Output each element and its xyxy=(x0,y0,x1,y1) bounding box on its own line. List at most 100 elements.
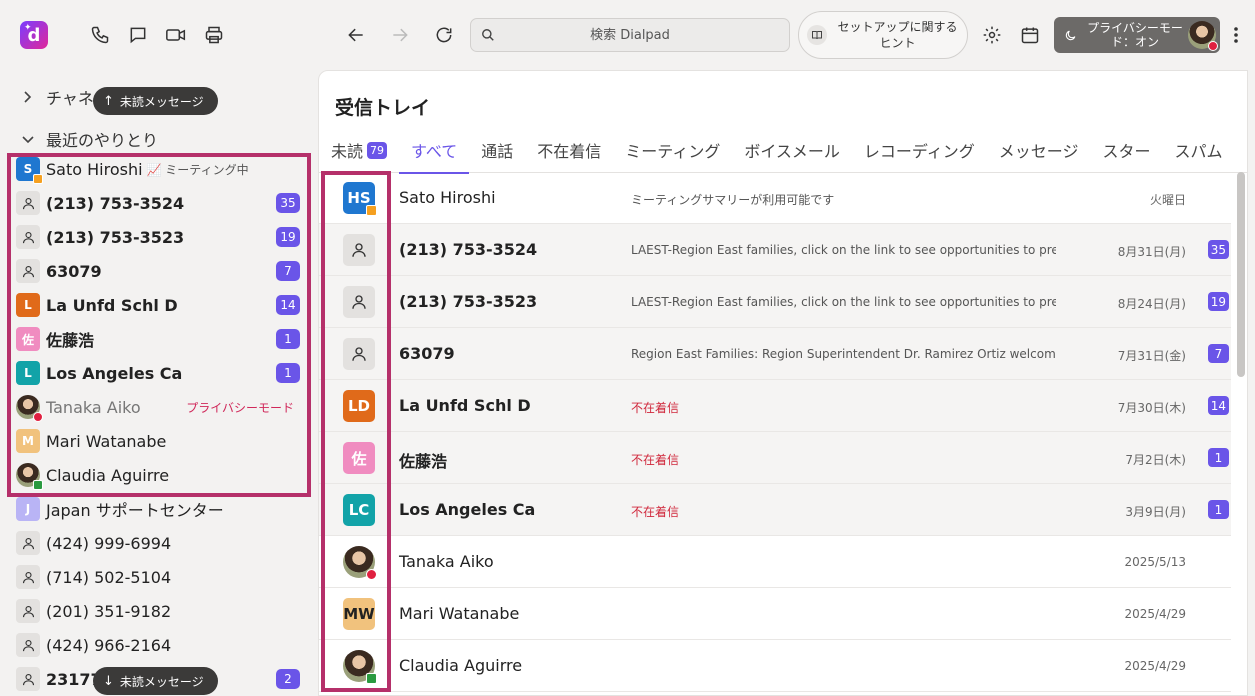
chat-icon[interactable] xyxy=(125,22,151,48)
sidebar-item[interactable]: 63079 7 xyxy=(16,254,302,288)
avatar-initials: MW xyxy=(343,605,375,623)
unread-count-badge: 79 xyxy=(367,141,388,159)
unread-count-badge: 1 xyxy=(1208,448,1229,467)
tab-label: すべて xyxy=(411,142,458,161)
sidebar-item-name: La Unfd Schl D xyxy=(46,295,178,315)
contact-name: Sato Hiroshi xyxy=(399,188,496,207)
inbox-row[interactable]: LC Los Angeles Ca 不在着信 3月9日(月) 1 xyxy=(319,484,1231,536)
contact-initial-avatar: LD xyxy=(343,390,375,422)
avatar-initial: M xyxy=(22,434,34,448)
user-avatar[interactable] xyxy=(1188,21,1218,51)
tab-2[interactable]: 通話 xyxy=(469,127,525,173)
person-icon xyxy=(16,191,40,215)
inbox-row[interactable]: (213) 753-3523 LAEST-Region East families… xyxy=(319,276,1231,328)
tab-4[interactable]: ミーティング xyxy=(613,127,732,173)
status-red-icon xyxy=(366,569,377,580)
sidebar-item-name: (213) 753-3524 xyxy=(46,193,185,213)
tab-1[interactable]: すべて xyxy=(399,127,470,174)
person-icon xyxy=(16,531,40,555)
tab-9[interactable]: スパム xyxy=(1162,127,1234,173)
person-icon xyxy=(343,286,375,318)
sidebar-item[interactable]: L La Unfd Schl D 14 xyxy=(16,288,302,322)
message-date: 3月9日(月) xyxy=(1125,505,1186,519)
avatar-initial: S xyxy=(23,162,33,176)
sidebar-item[interactable]: (213) 753-3524 35 xyxy=(16,186,302,220)
tab-8[interactable]: スター xyxy=(1090,127,1162,173)
forward-arrow-icon[interactable] xyxy=(387,22,413,48)
contact-name: 佐藤浩 xyxy=(399,452,448,471)
more-icon[interactable] xyxy=(1226,22,1246,48)
sidebar-item[interactable]: (424) 999-6994 xyxy=(16,526,302,560)
gear-icon[interactable] xyxy=(979,22,1005,48)
sidebar-item[interactable]: L Los Angeles Ca 1 xyxy=(16,356,302,390)
inbox-row[interactable]: LD La Unfd Schl D 不在着信 7月30日(木) 14 xyxy=(319,380,1231,432)
unread-count-badge: 1 xyxy=(1208,500,1229,519)
sidebar-item[interactable]: 佐佐藤浩 1 xyxy=(16,322,302,356)
unread-messages-down-button[interactable]: ↓ 未読メッセージ xyxy=(93,667,218,695)
inbox-row[interactable]: Claudia Aguirre 2025/4/29 xyxy=(319,640,1231,692)
sidebar-item[interactable]: M Mari Watanabe xyxy=(16,424,302,458)
inbox-row[interactable]: 佐 佐藤浩 不在着信 7月2日(木) 1 xyxy=(319,432,1231,484)
calendar-icon[interactable] xyxy=(1017,22,1043,48)
message-date: 2025/4/29 xyxy=(1124,659,1186,673)
sidebar-item[interactable]: S Sato Hiroshi 📈 ミーティング中 xyxy=(16,152,302,186)
tab-7[interactable]: メッセージ xyxy=(987,127,1091,173)
sidebar-item[interactable]: (201) 351-9182 xyxy=(16,594,302,628)
privacy-mode-label: プライバシーモード：オン xyxy=(1087,21,1183,49)
sidebar-item[interactable]: (424) 966-2164 xyxy=(16,628,302,662)
message-preview: LAEST-Region East families, click on the… xyxy=(631,295,1056,309)
phone-icon[interactable] xyxy=(87,22,113,48)
inbox-row[interactable]: 63079 Region East Families: Region Superi… xyxy=(319,328,1231,380)
sidebar-item-name: Mari Watanabe xyxy=(46,431,167,451)
contact-name: 63079 xyxy=(399,344,455,363)
status-red-icon xyxy=(33,412,43,422)
contact-initial-avatar: 佐 xyxy=(343,442,375,474)
unread-messages-up-button[interactable]: ↑ 未読メッセージ xyxy=(93,87,218,115)
sidebar-item[interactable]: J Japan サポートセンター xyxy=(16,492,302,526)
sidebar-item[interactable]: (714) 502-5104 xyxy=(16,560,302,594)
status-green-icon xyxy=(366,673,377,684)
scrollbar[interactable] xyxy=(1237,172,1245,377)
search-bar[interactable] xyxy=(470,18,790,52)
meeting-status-tag: 📈 ミーティング中 xyxy=(146,162,249,177)
unread-pill-label: 未読メッセージ xyxy=(119,94,204,109)
inbox-row[interactable]: (213) 753-3524 LAEST-Region East families… xyxy=(319,224,1231,276)
person-icon xyxy=(16,667,40,691)
sidebar-item[interactable]: Tanaka Aiko プライバシーモード xyxy=(16,390,302,424)
video-icon[interactable] xyxy=(163,22,189,48)
unread-count-badge: 35 xyxy=(1207,240,1229,259)
back-arrow-icon[interactable] xyxy=(343,22,369,48)
search-input[interactable] xyxy=(471,19,789,51)
sidebar-item-name: (213) 753-3523 xyxy=(46,227,185,247)
inbox-row[interactable]: Tanaka Aiko 2025/5/13 xyxy=(319,536,1231,588)
message-preview: ミーティングサマリーが利用可能です xyxy=(631,193,835,207)
print-icon[interactable] xyxy=(201,22,227,48)
status-orange-icon xyxy=(33,174,43,184)
tab-label: ボイスメール xyxy=(744,142,840,161)
tab-label: 通話 xyxy=(481,142,514,161)
refresh-icon[interactable] xyxy=(431,22,457,48)
unread-count-badge: 14 xyxy=(276,295,300,315)
tab-label: 未読 xyxy=(331,142,364,161)
tab-label: メッセージ xyxy=(998,142,1079,161)
setup-hints-button[interactable]: セットアップに関するヒント xyxy=(798,11,968,59)
inbox-row[interactable]: HS Sato Hiroshi ミーティングサマリーが利用可能です 火曜日 xyxy=(319,172,1231,224)
message-date: 7月30日(木) xyxy=(1117,401,1186,415)
recent-label: 最近のやりとり xyxy=(46,131,159,150)
unread-count-badge: 35 xyxy=(276,193,300,213)
contact-initial-avatar: HS xyxy=(343,182,377,216)
sidebar-item[interactable]: (213) 753-3523 19 xyxy=(16,220,302,254)
tab-3[interactable]: 不在着信 xyxy=(525,127,613,173)
sidebar-item[interactable]: Claudia Aguirre xyxy=(16,458,302,492)
contact-photo-avatar xyxy=(343,546,377,580)
message-date: 7月31日(金) xyxy=(1117,349,1186,363)
recent-section-header[interactable]: 最近のやりとり xyxy=(22,127,158,151)
message-date: 8月24日(月) xyxy=(1117,297,1186,311)
arrow-down-icon: ↓ xyxy=(103,673,114,689)
dialpad-logo[interactable]: ✦ d xyxy=(20,21,48,49)
sparkle-icon: ✦ xyxy=(24,23,32,33)
inbox-row[interactable]: MW Mari Watanabe 2025/4/29 xyxy=(319,588,1231,640)
tab-0[interactable]: 未読 79 xyxy=(319,127,399,173)
tab-6[interactable]: レコーディング xyxy=(852,127,987,173)
tab-5[interactable]: ボイスメール xyxy=(732,127,852,173)
